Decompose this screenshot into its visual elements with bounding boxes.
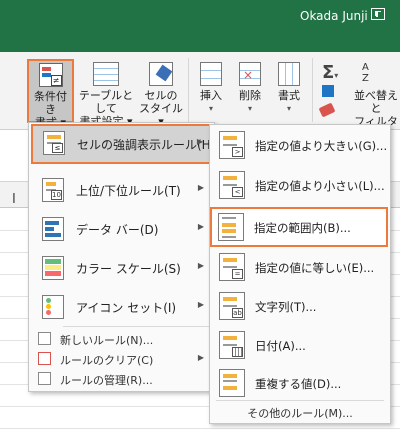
- submenu-item-greater-than[interactable]: > 指定の値より大きい(G)...: [211, 125, 391, 165]
- new-rule-icon: [38, 332, 51, 345]
- highlight-cells-rules-submenu: > 指定の値より大きい(G)... < 指定の値より小さい(L)... 指定の範…: [209, 124, 391, 424]
- cell-styles-label-1: セルの: [144, 89, 178, 102]
- menu-item-label: セルの強調表示ルール(H): [77, 138, 216, 152]
- autosum-caret-icon: ▾: [334, 71, 339, 80]
- submenu-item-equal-to[interactable]: = 指定の値に等しい(E)...: [211, 247, 391, 287]
- clear-rules-icon: [38, 352, 51, 365]
- sort-filter-label-1: 並べ替えと: [354, 89, 398, 115]
- submenu-separator: [216, 400, 384, 401]
- ribbon-separator: [188, 58, 189, 122]
- submenu-item-date-occurring[interactable]: 日付(A)...: [211, 325, 391, 365]
- submenu-item-label: 指定の範囲内(B)...: [254, 221, 351, 235]
- date-occurring-icon: [219, 331, 245, 359]
- user-name[interactable]: Okada Junji: [300, 9, 368, 23]
- cell-styles-button[interactable]: セルの スタイル ▾: [139, 62, 183, 128]
- menu-item-color-scales[interactable]: カラー スケール(S) ▶: [30, 248, 214, 288]
- conditional-formatting-label-1: 条件付き: [34, 90, 67, 116]
- insert-button[interactable]: 挿入 ▾: [194, 62, 228, 115]
- top-bottom-rules-icon: 10: [42, 178, 64, 202]
- conditional-formatting-menu: ≤ セルの強調表示ルール(H) ▶ 10 上位/下位ルール(T) ▶ データ バ…: [28, 122, 215, 392]
- delete-label: 削除: [239, 89, 261, 102]
- format-as-table-button[interactable]: テーブルとして 書式設定 ▾: [77, 62, 135, 128]
- grid-line: [0, 428, 400, 429]
- fill-icon[interactable]: [322, 85, 334, 97]
- insert-label: 挿入: [200, 89, 222, 102]
- ribbon-display-options-icon[interactable]: [371, 8, 385, 20]
- insert-cells-icon: [200, 62, 222, 86]
- autosum-icon: Σ: [322, 62, 335, 83]
- submenu-item-more-rules[interactable]: その他のルール(M)...: [210, 405, 390, 421]
- clear-icon[interactable]: [318, 102, 336, 118]
- menu-item-label: カラー スケール(S): [76, 262, 181, 276]
- submenu-arrow-icon: ▶: [197, 261, 204, 270]
- highlight-cells-rules-icon: ≤: [43, 131, 65, 155]
- menu-item-new-rule[interactable]: 新しいルール(N)...: [30, 328, 214, 350]
- format-as-table-label-1: テーブルとして: [78, 89, 134, 115]
- menu-item-highlight-cells-rules[interactable]: ≤ セルの強調表示ルール(H) ▶: [31, 124, 216, 164]
- icon-sets-icon: [42, 295, 64, 319]
- duplicate-values-icon: [219, 369, 245, 397]
- autosum-button[interactable]: Σ▾: [322, 62, 338, 83]
- format-button[interactable]: 書式 ▾: [272, 62, 306, 115]
- format-cells-icon: [278, 62, 300, 86]
- cell-style-icon: [149, 62, 173, 86]
- insert-caret-icon: ▾: [208, 104, 213, 113]
- between-icon: [218, 213, 244, 241]
- greater-than-icon: >: [219, 131, 245, 159]
- submenu-item-label: 重複する値(D)...: [255, 377, 342, 391]
- format-label: 書式: [278, 89, 300, 102]
- table-format-icon: [93, 62, 119, 86]
- submenu-item-label: 日付(A)...: [255, 339, 306, 353]
- submenu-item-label: 文字列(T)...: [255, 300, 317, 314]
- title-bar: Okada Junji: [0, 0, 400, 52]
- ribbon-separator: [312, 58, 313, 122]
- menu-item-label: 新しいルール(N)...: [60, 334, 154, 347]
- submenu-item-between[interactable]: 指定の範囲内(B)...: [210, 207, 388, 247]
- submenu-item-duplicate-values[interactable]: 重複する値(D)...: [211, 363, 391, 403]
- ribbon: ≠ 条件付き 書式 ▾ テーブルとして 書式設定 ▾ セルの スタイル ▾ 挿入…: [0, 52, 400, 141]
- submenu-arrow-icon: ▶: [197, 300, 204, 309]
- equal-to-icon: =: [219, 253, 245, 281]
- delete-button[interactable]: × 削除 ▾: [233, 62, 267, 115]
- submenu-item-label: 指定の値に等しい(E)...: [255, 261, 375, 275]
- data-bars-icon: [42, 217, 64, 241]
- submenu-arrow-icon: ▶: [197, 222, 204, 231]
- menu-item-data-bars[interactable]: データ バー(D) ▶: [30, 209, 214, 249]
- menu-item-clear-rules[interactable]: ルールのクリア(C) ▶: [30, 348, 214, 370]
- sort-filter-icon: AZ: [362, 62, 369, 84]
- submenu-arrow-icon: ▶: [197, 183, 204, 192]
- menu-separator: [63, 326, 213, 327]
- menu-item-label: データ バー(D): [76, 223, 159, 237]
- delete-caret-icon: ▾: [247, 104, 252, 113]
- manage-rules-icon: [38, 372, 51, 385]
- menu-item-top-bottom-rules[interactable]: 10 上位/下位ルール(T) ▶: [30, 170, 214, 210]
- submenu-item-label: 指定の値より小さい(L)...: [255, 179, 385, 193]
- delete-cells-icon: ×: [239, 62, 261, 86]
- submenu-arrow-icon: ▶: [196, 137, 203, 146]
- color-scales-icon: [42, 256, 64, 280]
- less-than-icon: <: [219, 171, 245, 199]
- text-contains-icon: ab: [219, 292, 245, 320]
- format-caret-icon: ▾: [286, 104, 291, 113]
- submenu-item-text-contains[interactable]: ab 文字列(T)...: [211, 286, 391, 326]
- submenu-arrow-icon: ▶: [197, 353, 204, 362]
- conditional-format-icon: ≠: [38, 63, 63, 87]
- menu-item-manage-rules[interactable]: ルールの管理(R)...: [30, 368, 214, 390]
- menu-item-label: 上位/下位ルール(T): [76, 184, 181, 198]
- menu-item-label: ルールの管理(R)...: [60, 374, 153, 387]
- submenu-item-label: 指定の値より大きい(G)...: [255, 139, 388, 153]
- menu-item-label: アイコン セット(I): [76, 301, 177, 315]
- menu-item-icon-sets[interactable]: アイコン セット(I) ▶: [30, 287, 214, 327]
- submenu-item-less-than[interactable]: < 指定の値より小さい(L)...: [211, 165, 391, 205]
- formula-bar-text[interactable]: I: [12, 192, 16, 207]
- menu-item-label: ルールのクリア(C): [60, 354, 154, 367]
- conditional-formatting-button[interactable]: ≠ 条件付き 書式 ▾: [27, 59, 74, 129]
